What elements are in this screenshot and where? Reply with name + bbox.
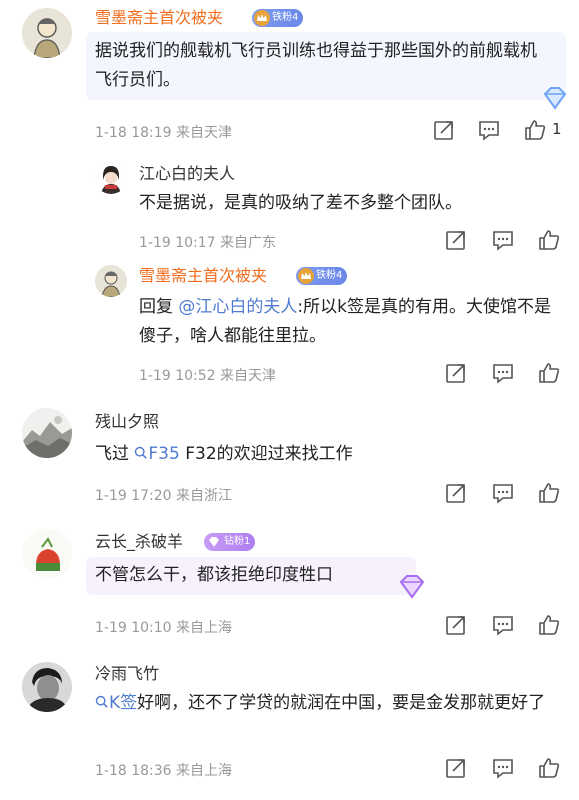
username[interactable]: 冷雨飞竹 [95, 664, 159, 684]
avatar[interactable] [22, 529, 72, 579]
fan-badge: 钻粉1 [204, 533, 256, 551]
diamond-icon [543, 87, 567, 110]
comment-icon[interactable] [491, 613, 515, 637]
text-body: F32的欢迎过来找工作 [185, 444, 353, 464]
comment-icon[interactable] [491, 756, 515, 780]
fan-badge: 铁粉4 [296, 267, 348, 285]
like-icon[interactable] [537, 756, 561, 780]
topic-link[interactable]: F35 [134, 444, 180, 464]
avatar[interactable] [22, 408, 72, 458]
comment-text: 不管怎么干，都该拒绝印度牲口 [95, 565, 333, 585]
reply-1: 江心白的夫人 不是据说，是真的吸纳了差不多整个团队。 1-19 10:17 来自… [0, 150, 579, 260]
share-icon[interactable] [444, 481, 468, 505]
share-icon[interactable] [444, 756, 468, 780]
avatar[interactable] [95, 162, 127, 194]
comment-meta: 1-19 17:20 来自浙江 [95, 488, 233, 504]
comment-1: 雪墨斋主首次被夹 铁粉4 据说我们的舰载机飞行员训练也得益于那些国外的前舰载机飞… [0, 0, 579, 150]
comment-text: 不是据说，是真的吸纳了差不多整个团队。 [139, 193, 462, 213]
username[interactable]: 雪墨斋主首次被夹 [95, 8, 223, 28]
like-icon[interactable] [537, 613, 561, 637]
comment-icon[interactable] [477, 118, 501, 142]
share-icon[interactable] [444, 228, 468, 252]
comment-icon[interactable] [491, 361, 515, 385]
comment-meta: 1-19 10:17 来自广东 [139, 235, 277, 251]
comment-4: 冷雨飞竹 K签好啊，还不了学贷的就润在中国，要是金发那就更好了 1-18 18:… [0, 655, 579, 800]
comment-2: 残山夕照 飞过 F35 F32的欢迎过来找工作 1-19 17:20 来自浙江 [0, 395, 579, 510]
username[interactable]: 雪墨斋主首次被夹 [139, 266, 267, 286]
comment-icon[interactable] [491, 481, 515, 505]
like-count: 1 [552, 120, 562, 138]
diamond-icon [399, 575, 425, 599]
reply-2: 雪墨斋主首次被夹 铁粉4 回复 @江心白的夫人:所以k签是真的有用。大使馆不是傻… [0, 260, 579, 395]
like-icon[interactable] [537, 228, 561, 252]
comment-text: 回复 @江心白的夫人:所以k签是真的有用。大使馆不是傻子，啥人都能往里拉。 [139, 293, 564, 351]
reply-prefix: 回复 [139, 297, 173, 317]
comment-text: 据说我们的舰载机飞行员训练也得益于那些国外的前舰载机飞行员们。 [95, 41, 537, 90]
share-icon[interactable] [444, 361, 468, 385]
comment-text: K签好啊，还不了学贷的就润在中国，要是金发那就更好了 [95, 689, 560, 718]
comment-meta: 1-18 18:19 来自天津 [95, 125, 233, 141]
comment-meta: 1-19 10:52 来自天津 [139, 368, 277, 384]
topic-link[interactable]: K签 [95, 693, 137, 713]
share-icon[interactable] [432, 118, 456, 142]
crown-icon [298, 268, 314, 284]
comment-meta: 1-18 18:36 来自上海 [95, 763, 233, 779]
like-icon[interactable] [537, 481, 561, 505]
like-icon[interactable] [537, 361, 561, 385]
text-prefix: 飞过 [95, 444, 129, 464]
crown-icon [254, 10, 270, 26]
search-icon [135, 446, 148, 459]
comment-text: 飞过 F35 F32的欢迎过来找工作 [95, 440, 560, 469]
comment-meta: 1-19 10:10 来自上海 [95, 620, 233, 636]
username[interactable]: 江心白的夫人 [139, 164, 235, 184]
reply-mention[interactable]: @江心白的夫人 [178, 297, 297, 317]
like-icon[interactable] [523, 118, 547, 142]
comment-icon[interactable] [491, 228, 515, 252]
avatar[interactable] [22, 662, 72, 712]
username[interactable]: 云长_杀破羊 [95, 532, 183, 552]
username[interactable]: 残山夕照 [95, 412, 159, 432]
text-body: 好啊，还不了学贷的就润在中国，要是金发那就更好了 [137, 693, 546, 713]
diamond-icon [209, 537, 219, 547]
comment-3: 云长_杀破羊 钻粉1 不管怎么干，都该拒绝印度牲口 1-19 10:10 来自上… [0, 515, 579, 650]
search-icon [95, 695, 108, 708]
avatar[interactable] [22, 8, 72, 58]
share-icon[interactable] [444, 613, 468, 637]
fan-badge: 铁粉4 [252, 9, 304, 27]
avatar[interactable] [95, 265, 127, 297]
